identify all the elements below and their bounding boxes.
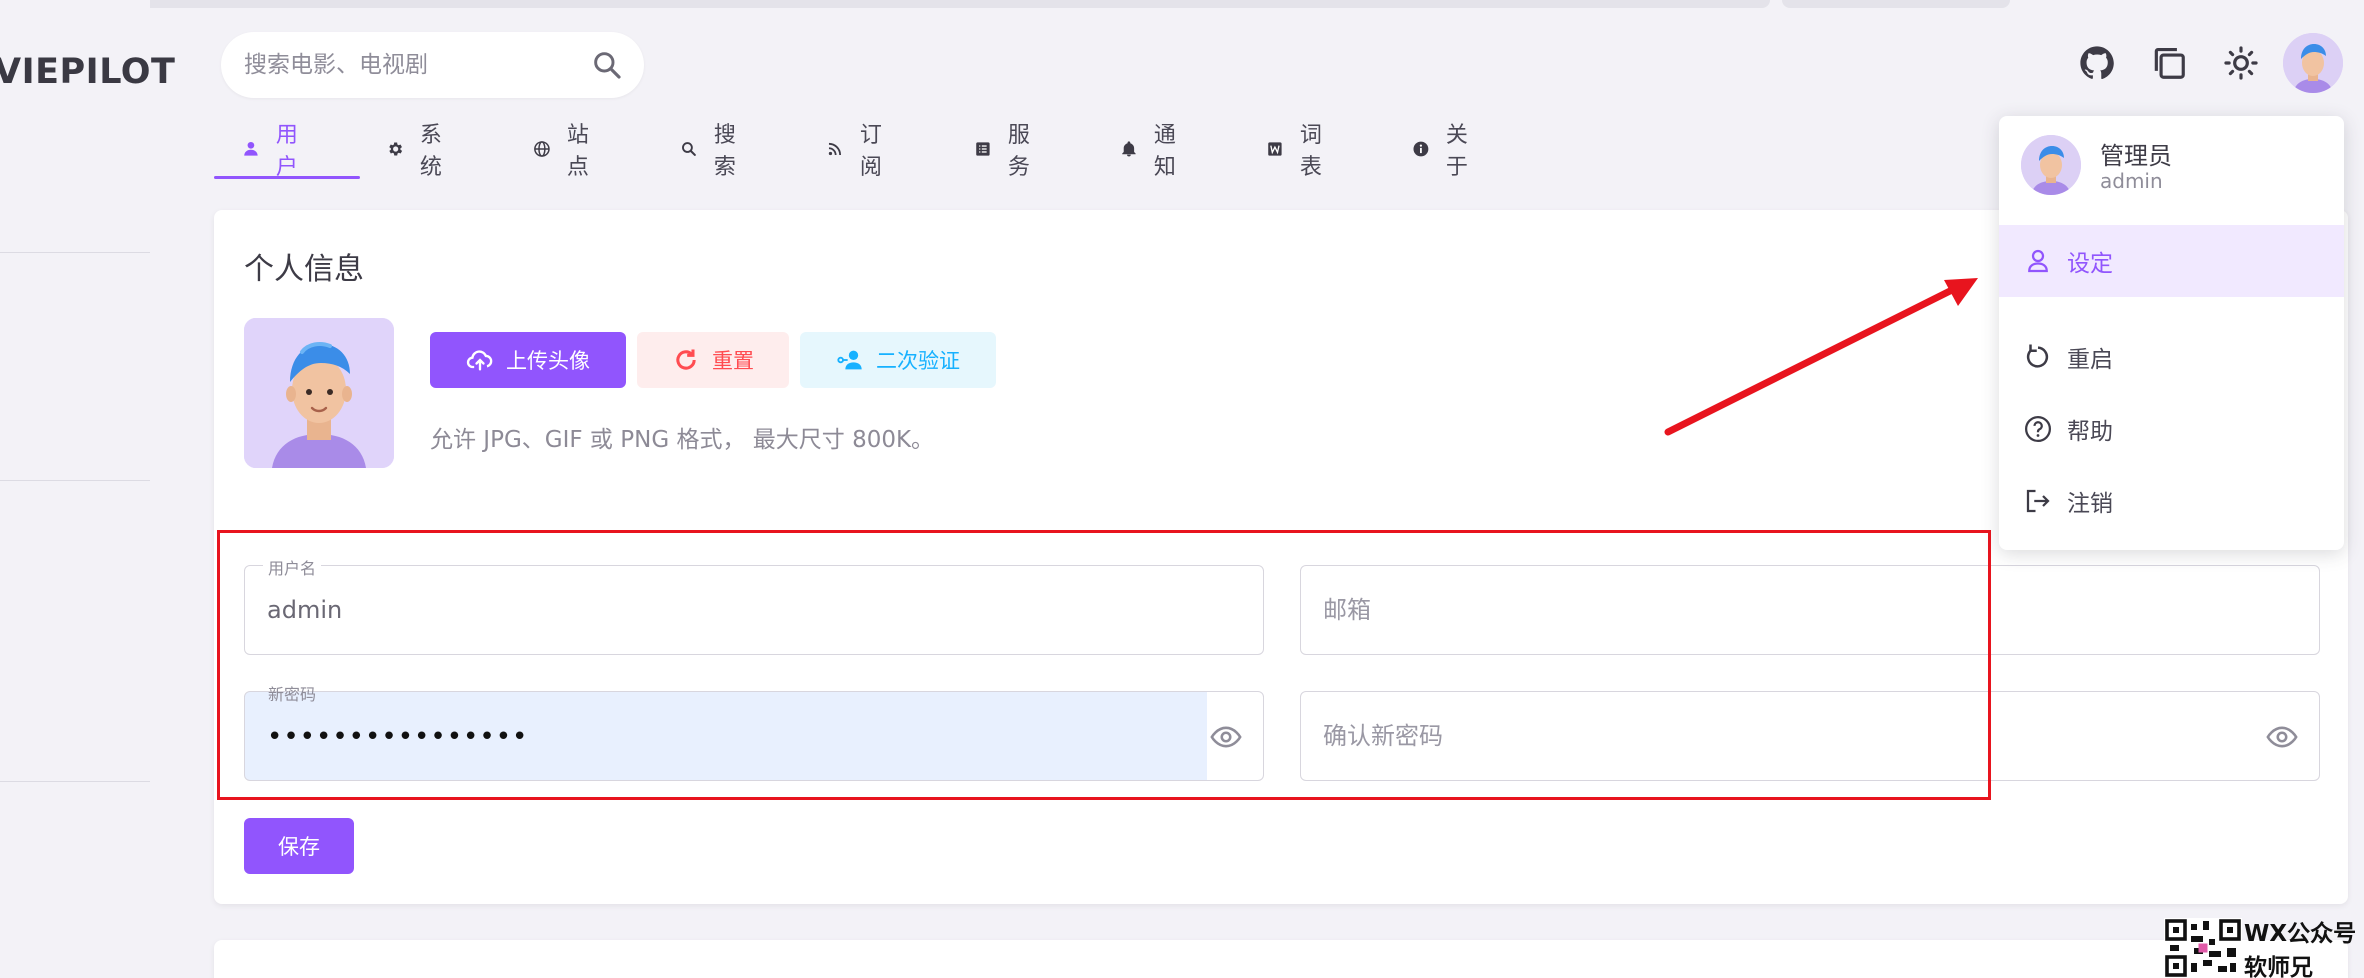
menu-item-settings[interactable]: 设定 [1999, 225, 2344, 297]
tab-notify[interactable]: 通知 [1120, 120, 1184, 180]
two-factor-button[interactable]: 二次验证 [800, 332, 996, 388]
tab-label: 系统 [419, 123, 442, 180]
tab-label: 词表 [1299, 123, 1322, 180]
tab-system[interactable]: 系统 [386, 120, 450, 180]
tab-user[interactable]: 用户 [242, 120, 306, 180]
watermark-line-2: 软师兄 [2244, 955, 2313, 978]
tab-label: 用户 [275, 123, 298, 180]
menu-item-label: 重启 [2067, 347, 2113, 373]
profile-avatar [244, 318, 394, 468]
user-dropdown-menu: 管理员 admin 设定 重启 帮助 注销 [1999, 116, 2344, 550]
theme-toggle-icon[interactable] [2222, 44, 2260, 82]
secondary-card [214, 940, 2348, 978]
rss-icon [828, 142, 842, 156]
app-logo[interactable]: VIEPILOT [0, 52, 175, 92]
menu-avatar [2021, 135, 2081, 195]
qr-code-icon [2164, 918, 2242, 978]
watermark-line-1: WX公众号 [2244, 921, 2357, 947]
tab-label: 搜索 [713, 123, 736, 180]
sidebar-divider [0, 252, 150, 253]
button-label: 重置 [712, 349, 754, 373]
list-icon [976, 142, 990, 156]
tab-words[interactable]: 词表 [1266, 120, 1330, 180]
tab-search[interactable]: 搜索 [680, 120, 744, 180]
menu-item-label: 设定 [2067, 251, 2113, 277]
menu-item-logout[interactable]: 注销 [1999, 465, 2344, 537]
sidebar-divider [0, 781, 150, 782]
help-icon [2025, 416, 2051, 442]
tab-sites[interactable]: 站点 [533, 120, 597, 180]
github-icon[interactable] [2078, 44, 2116, 82]
user-icon [244, 141, 258, 156]
bell-icon [1122, 141, 1136, 157]
tab-label: 通知 [1153, 123, 1176, 180]
copy-icon[interactable] [2150, 44, 2188, 82]
menu-item-label: 注销 [2067, 491, 2113, 517]
tab-label: 站点 [566, 123, 589, 180]
w-icon [1268, 142, 1282, 156]
browser-tab-strip-left [20, 0, 1770, 8]
upload-hint: 允许 JPG、GIF 或 PNG 格式， 最大尺寸 800K。 [430, 427, 935, 453]
search-input[interactable] [244, 32, 574, 98]
button-label: 上传头像 [506, 349, 590, 373]
reset-button[interactable]: 重置 [637, 332, 789, 388]
avatar-image-icon [2283, 33, 2343, 93]
sidebar-divider [0, 480, 150, 481]
menu-item-restart[interactable]: 重启 [1999, 321, 2344, 393]
info-icon [1413, 141, 1429, 157]
search-icon[interactable] [591, 49, 623, 81]
button-label: 二次验证 [876, 349, 960, 373]
logout-icon [2026, 489, 2050, 513]
user-avatar[interactable] [2283, 33, 2343, 93]
tab-subscribe[interactable]: 订阅 [826, 120, 890, 180]
globe-icon [534, 141, 550, 157]
search-icon [682, 142, 696, 156]
tab-label: 服务 [1007, 123, 1030, 180]
search-box[interactable] [221, 32, 644, 98]
person-icon [2028, 249, 2048, 273]
eye-icon[interactable] [2265, 720, 2299, 754]
tab-label: 关于 [1445, 123, 1468, 180]
sidebar: VIEPILOT [0, 0, 175, 978]
tab-label: 订阅 [859, 123, 882, 180]
avatar-image-icon [244, 318, 394, 468]
avatar-image-icon [2021, 135, 2081, 195]
user-key-icon [837, 350, 862, 370]
upload-avatar-button[interactable]: 上传头像 [430, 332, 626, 388]
restart-icon [2026, 344, 2049, 368]
save-button[interactable]: 保存 [244, 818, 354, 874]
refresh-icon [676, 349, 696, 370]
browser-tab-strip-right [1782, 0, 2010, 8]
annotation-box [217, 530, 1991, 800]
active-tab-indicator [214, 176, 360, 179]
cloud-upload-icon [466, 350, 493, 371]
annotation-arrow-icon [1664, 278, 1978, 436]
menu-user-login: admin [2100, 169, 2163, 193]
tab-about[interactable]: 关于 [1412, 120, 1476, 180]
menu-item-help[interactable]: 帮助 [1999, 393, 2344, 465]
menu-user-name: 管理员 [2100, 142, 2172, 170]
gear-icon [389, 142, 403, 156]
card-title: 个人信息 [244, 252, 364, 287]
tab-services[interactable]: 服务 [974, 120, 1038, 180]
menu-item-label: 帮助 [2067, 419, 2113, 445]
